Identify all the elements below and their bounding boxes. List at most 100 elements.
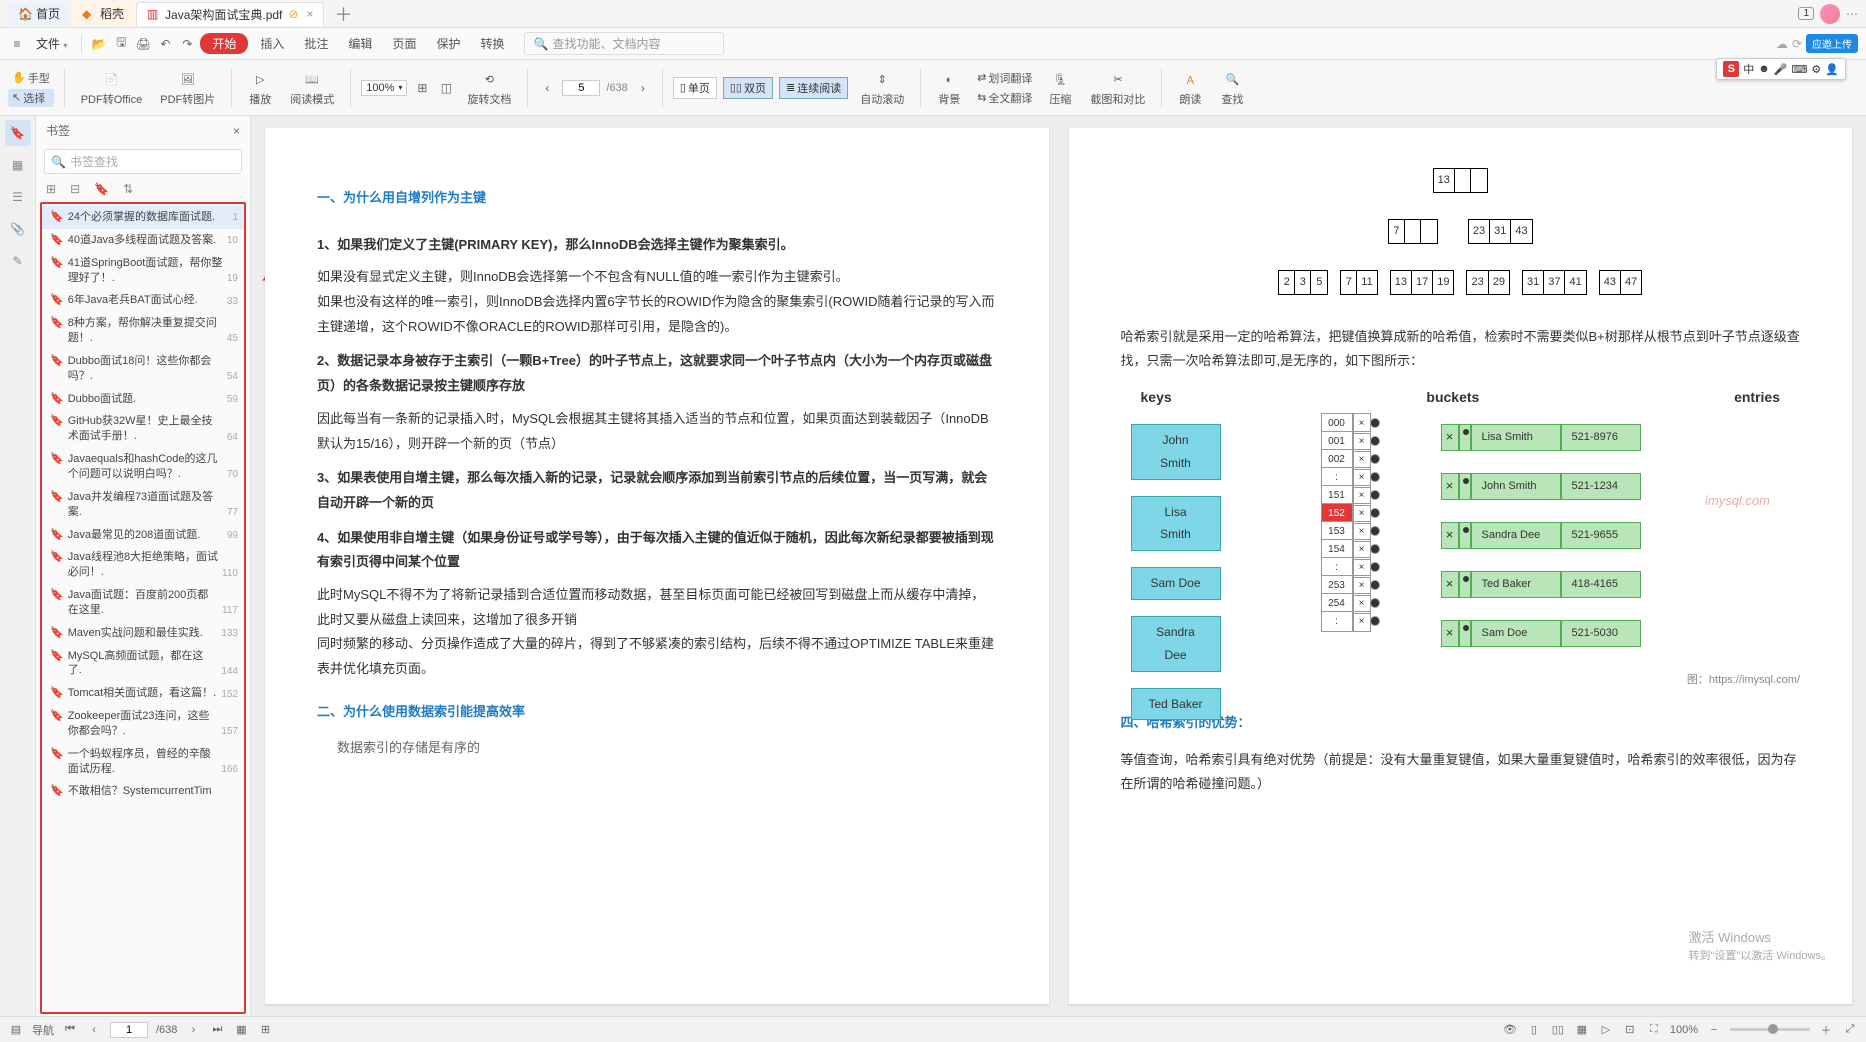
- sidetab-bookmark[interactable]: 🔖: [5, 120, 31, 146]
- bookmark-item[interactable]: 🔖Java线程池8大拒绝策略，面试必问！.110: [42, 546, 244, 584]
- sb-last-icon[interactable]: ⏭: [209, 1022, 225, 1038]
- ime-widget[interactable]: S 中 ☻ 🎤 ⌨ ⚙ 👤: [1716, 58, 1846, 80]
- tool-find[interactable]: 🔍查找: [1214, 64, 1250, 112]
- tool-background[interactable]: ◐背景: [931, 64, 967, 112]
- sb-prev-icon[interactable]: ‹: [86, 1022, 102, 1038]
- sb-grid-icon[interactable]: ⊞: [257, 1022, 273, 1038]
- redo-icon[interactable]: ↷: [178, 35, 196, 53]
- sb-eye-icon[interactable]: 👁: [1502, 1022, 1518, 1038]
- bookmark-item[interactable]: 🔖GitHub获32W星！史上最全技术面试手册！.64: [42, 410, 244, 448]
- bm-collapse-icon[interactable]: ⊟: [70, 182, 80, 196]
- bm-add-icon[interactable]: 🔖: [94, 182, 109, 196]
- bookmark-item[interactable]: 🔖Javaequals和hashCode的这几个问题可以说明白吗？.70: [42, 448, 244, 486]
- open-icon[interactable]: 📂: [90, 35, 108, 53]
- sb-expand-icon[interactable]: ⤢: [1842, 1022, 1858, 1038]
- menu-start[interactable]: 开始: [200, 33, 248, 54]
- document-viewport[interactable]: 一、为什么用自增列作为主键 1、如果我们定义了主键(PRIMARY KEY)，那…: [251, 116, 1866, 1016]
- sidetab-thumbnails[interactable]: ▦: [5, 152, 31, 178]
- page-next-icon[interactable]: ›: [634, 79, 652, 97]
- menu-convert[interactable]: 转换: [472, 35, 512, 52]
- undo-icon[interactable]: ↶: [156, 35, 174, 53]
- bookmark-item[interactable]: 🔖6年Java老兵BAT面试心经.33: [42, 289, 244, 312]
- menu-protect[interactable]: 保护: [428, 35, 468, 52]
- hamburger-icon[interactable]: ≡: [8, 35, 26, 53]
- tab-active-document[interactable]: ▥ Java架构面试宝典.pdf ⊘ ×: [136, 2, 324, 26]
- menu-page[interactable]: 页面: [384, 35, 424, 52]
- sb-play-icon[interactable]: ▷: [1598, 1022, 1614, 1038]
- sb-nav-label[interactable]: 导航: [32, 1022, 54, 1038]
- zoom-slider[interactable]: [1730, 1028, 1810, 1031]
- bookmark-item[interactable]: 🔖41道SpringBoot面试题，帮你整理好了！.19: [42, 252, 244, 290]
- bookmark-item[interactable]: 🔖Tomcat相关面试题，看这篇！.152: [42, 682, 244, 705]
- page-prev-icon[interactable]: ‹: [538, 79, 556, 97]
- sb-fullscreen-icon[interactable]: ⛶: [1646, 1022, 1662, 1038]
- sidetab-annotations[interactable]: ✎: [5, 248, 31, 274]
- bookmark-item[interactable]: 🔖Java最常见的208道面试题.99: [42, 524, 244, 547]
- sync-icon[interactable]: ⟳: [1792, 37, 1802, 51]
- tool-hand[interactable]: ✋手型: [8, 69, 54, 87]
- fit-page-icon[interactable]: ◫: [437, 79, 455, 97]
- ime-user-icon[interactable]: 👤: [1825, 63, 1839, 76]
- save-icon[interactable]: 🖫: [112, 35, 130, 53]
- view-continuous[interactable]: ≣连续阅读: [779, 77, 848, 99]
- upload-badge[interactable]: 应邀上传: [1806, 34, 1858, 53]
- bookmark-item[interactable]: 🔖Maven实战问题和最佳实践.133: [42, 622, 244, 645]
- tool-translate-selection[interactable]: ⇄划词翻译: [973, 69, 1036, 87]
- bookmark-item[interactable]: 🔖Zookeeper面试23连问，这些你都会吗？.157: [42, 705, 244, 743]
- zoom-select[interactable]: 100%▾: [361, 80, 407, 96]
- ime-keyboard-icon[interactable]: ⌨: [1792, 63, 1808, 76]
- ime-emoji-icon[interactable]: ☻: [1758, 63, 1770, 75]
- bookmark-list[interactable]: 🔖24个必须掌握的数据库面试题.1🔖40道Java多线程面试题及答案.10🔖41…: [40, 202, 246, 1014]
- menu-icon[interactable]: ⋯: [1846, 7, 1858, 21]
- bm-expand-icon[interactable]: ⊞: [46, 182, 56, 196]
- bookmark-item[interactable]: 🔖Dubbo面试18问！这些你都会吗？.54: [42, 350, 244, 388]
- bookmark-item[interactable]: 🔖Java并发编程73道面试题及答案.77: [42, 486, 244, 524]
- sb-view2-icon[interactable]: ▯▯: [1550, 1022, 1566, 1038]
- sb-next-icon[interactable]: ›: [185, 1022, 201, 1038]
- sidetab-attachment[interactable]: 📎: [5, 216, 31, 242]
- tool-pdf-to-office[interactable]: 📄PDF转Office: [75, 64, 149, 112]
- bookmark-item[interactable]: 🔖Java面试题：百度前200页都在这里.117: [42, 584, 244, 622]
- fit-width-icon[interactable]: ⊞: [413, 79, 431, 97]
- tab-home[interactable]: 🏠 首页: [8, 2, 70, 26]
- view-double[interactable]: ▯▯双页: [723, 77, 773, 99]
- sb-zoom-in-icon[interactable]: ＋: [1818, 1022, 1834, 1038]
- tool-compress[interactable]: 🗜压缩: [1042, 64, 1078, 112]
- print-icon[interactable]: 🖨: [134, 35, 152, 53]
- sb-page-input[interactable]: [110, 1022, 148, 1038]
- bm-sort-icon[interactable]: ⇅: [123, 182, 133, 196]
- bookmark-item[interactable]: 🔖Dubbo面试题.59: [42, 388, 244, 411]
- tool-tts[interactable]: Ａ朗读: [1172, 64, 1208, 112]
- tool-play[interactable]: ▷播放: [242, 64, 278, 112]
- page-input[interactable]: [562, 80, 600, 96]
- tab-docer[interactable]: ◆ 稻壳: [72, 2, 134, 26]
- avatar[interactable]: [1820, 4, 1840, 24]
- cloud-icon[interactable]: ☁: [1776, 37, 1788, 51]
- sidetab-outline[interactable]: ☰: [5, 184, 31, 210]
- tool-rotate[interactable]: ⟲旋转文档: [461, 64, 517, 112]
- sb-first-icon[interactable]: ⏮: [62, 1022, 78, 1038]
- tool-crop-compare[interactable]: ✂截图和对比: [1084, 64, 1151, 112]
- menu-edit[interactable]: 编辑: [340, 35, 380, 52]
- sb-view3-icon[interactable]: ▦: [1574, 1022, 1590, 1038]
- tool-pdf-to-image[interactable]: 🖼PDF转图片: [154, 64, 221, 112]
- bookmark-item[interactable]: 🔖8种方案，帮你解决重复提交问题！.45: [42, 312, 244, 350]
- menu-file[interactable]: 文件 ▾: [30, 35, 73, 52]
- sb-zoom-out-icon[interactable]: −: [1706, 1022, 1722, 1038]
- tab-close-icon[interactable]: ×: [306, 7, 313, 21]
- view-single[interactable]: ▯单页: [673, 77, 717, 99]
- menu-insert[interactable]: 插入: [252, 35, 292, 52]
- sb-panel-toggle-icon[interactable]: ▤: [8, 1022, 24, 1038]
- ime-settings-icon[interactable]: ⚙: [1811, 63, 1821, 76]
- tool-reading-mode[interactable]: 📖阅读模式: [284, 64, 340, 112]
- bookmark-item[interactable]: 🔖一个蚂蚁程序员，曾经的辛酸面试历程.166: [42, 743, 244, 781]
- bookmark-search[interactable]: 🔍 书签查找: [44, 149, 242, 174]
- bookmark-item[interactable]: 🔖24个必须掌握的数据库面试题.1: [42, 206, 244, 229]
- bookmark-close-icon[interactable]: ×: [233, 124, 240, 138]
- window-count-badge[interactable]: 1: [1798, 7, 1814, 20]
- sb-view1-icon[interactable]: ▯: [1526, 1022, 1542, 1038]
- global-search[interactable]: 🔍 查找功能、文档内容: [524, 32, 724, 55]
- bookmark-item[interactable]: 🔖40道Java多线程面试题及答案.10: [42, 229, 244, 252]
- menu-comment[interactable]: 批注: [296, 35, 336, 52]
- ime-mic-icon[interactable]: 🎤: [1774, 63, 1788, 76]
